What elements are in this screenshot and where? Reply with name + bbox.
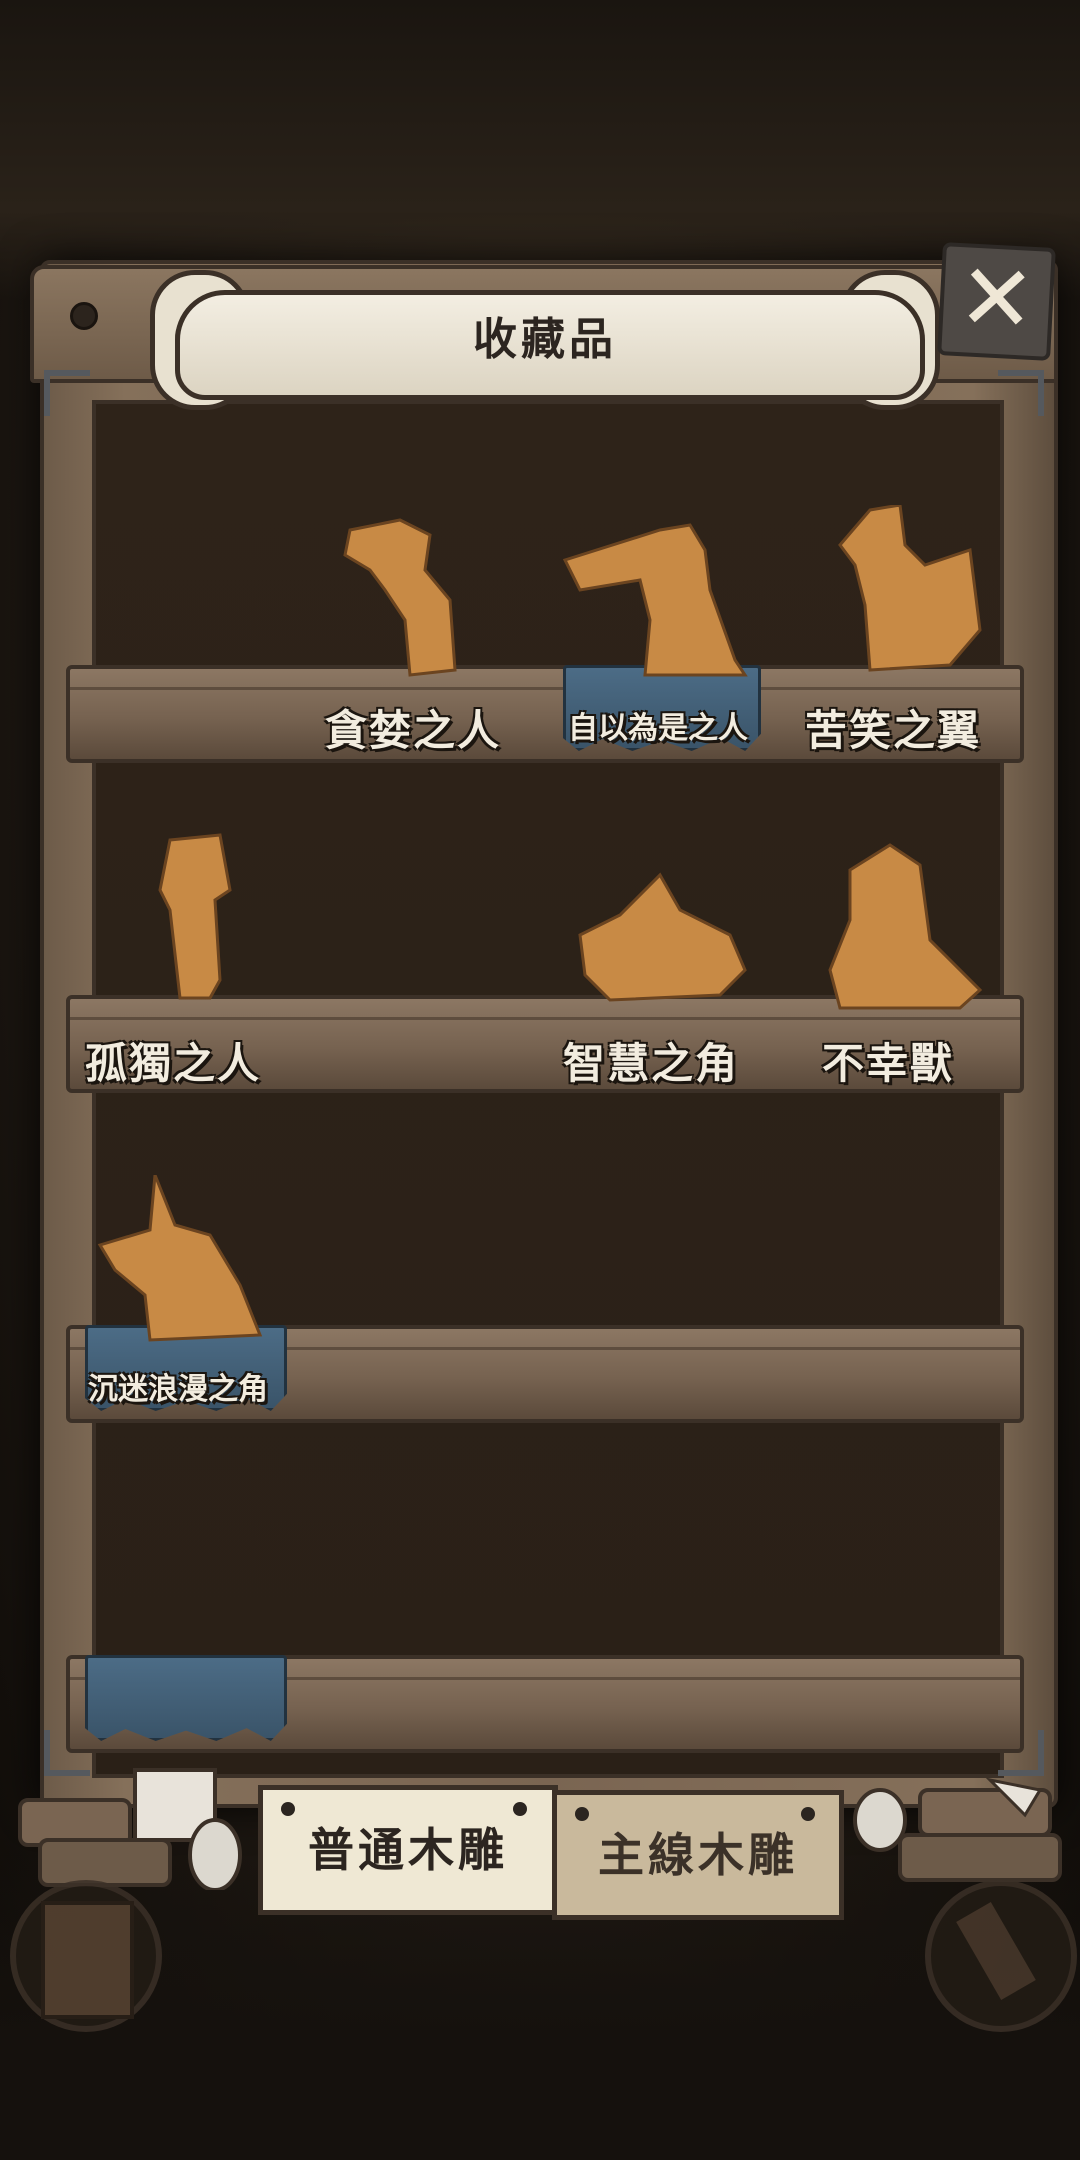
door-button[interactable] [10,1880,162,2032]
item-label: 貪婪之人 [325,706,502,755]
girl-icon[interactable] [140,830,250,1000]
hunched-man-icon[interactable] [330,510,490,680]
metal-corner [998,370,1044,416]
page-title: 收藏品 [473,314,617,365]
close-button[interactable]: ✕ [937,242,1056,361]
pin-icon [575,1807,589,1821]
axe-button[interactable] [925,1880,1077,2032]
pin-icon [281,1802,295,1816]
horned-dog-icon[interactable] [90,1174,270,1345]
rooster-icon[interactable] [830,503,990,675]
background-ceiling [0,0,1080,300]
axe-icon [956,1902,1036,2000]
empty-plate [85,1655,287,1741]
item-label: 苦笑之翼 [805,706,982,755]
pin-icon [513,1802,527,1816]
long-snout-man-icon[interactable] [560,510,760,680]
tab-label: 普通木雕 [308,1823,508,1877]
tab-label: 主線木雕 [598,1828,798,1882]
nail-icon [70,302,98,330]
item-label: 自以為是之人 [568,711,748,746]
item-label: 孤獨之人 [85,1039,262,1088]
door-icon [41,1901,134,2019]
log-pile-right-icon [840,1760,1080,1890]
item-label: 不幸獸 [822,1039,955,1088]
tab-normal-carvings[interactable]: 普通木雕 [258,1785,558,1915]
seal-icon[interactable] [820,840,990,1010]
pin-icon [801,1807,815,1821]
turtle-icon[interactable] [570,865,750,1005]
item-label: 智慧之角 [563,1039,740,1088]
tab-main-carvings[interactable]: 主線木雕 [552,1790,844,1920]
log-pile-left-icon [10,1760,250,1892]
metal-corner [44,370,90,416]
item-label: 沉迷浪漫之角 [88,1372,268,1407]
close-x-icon: ✕ [955,243,1038,354]
